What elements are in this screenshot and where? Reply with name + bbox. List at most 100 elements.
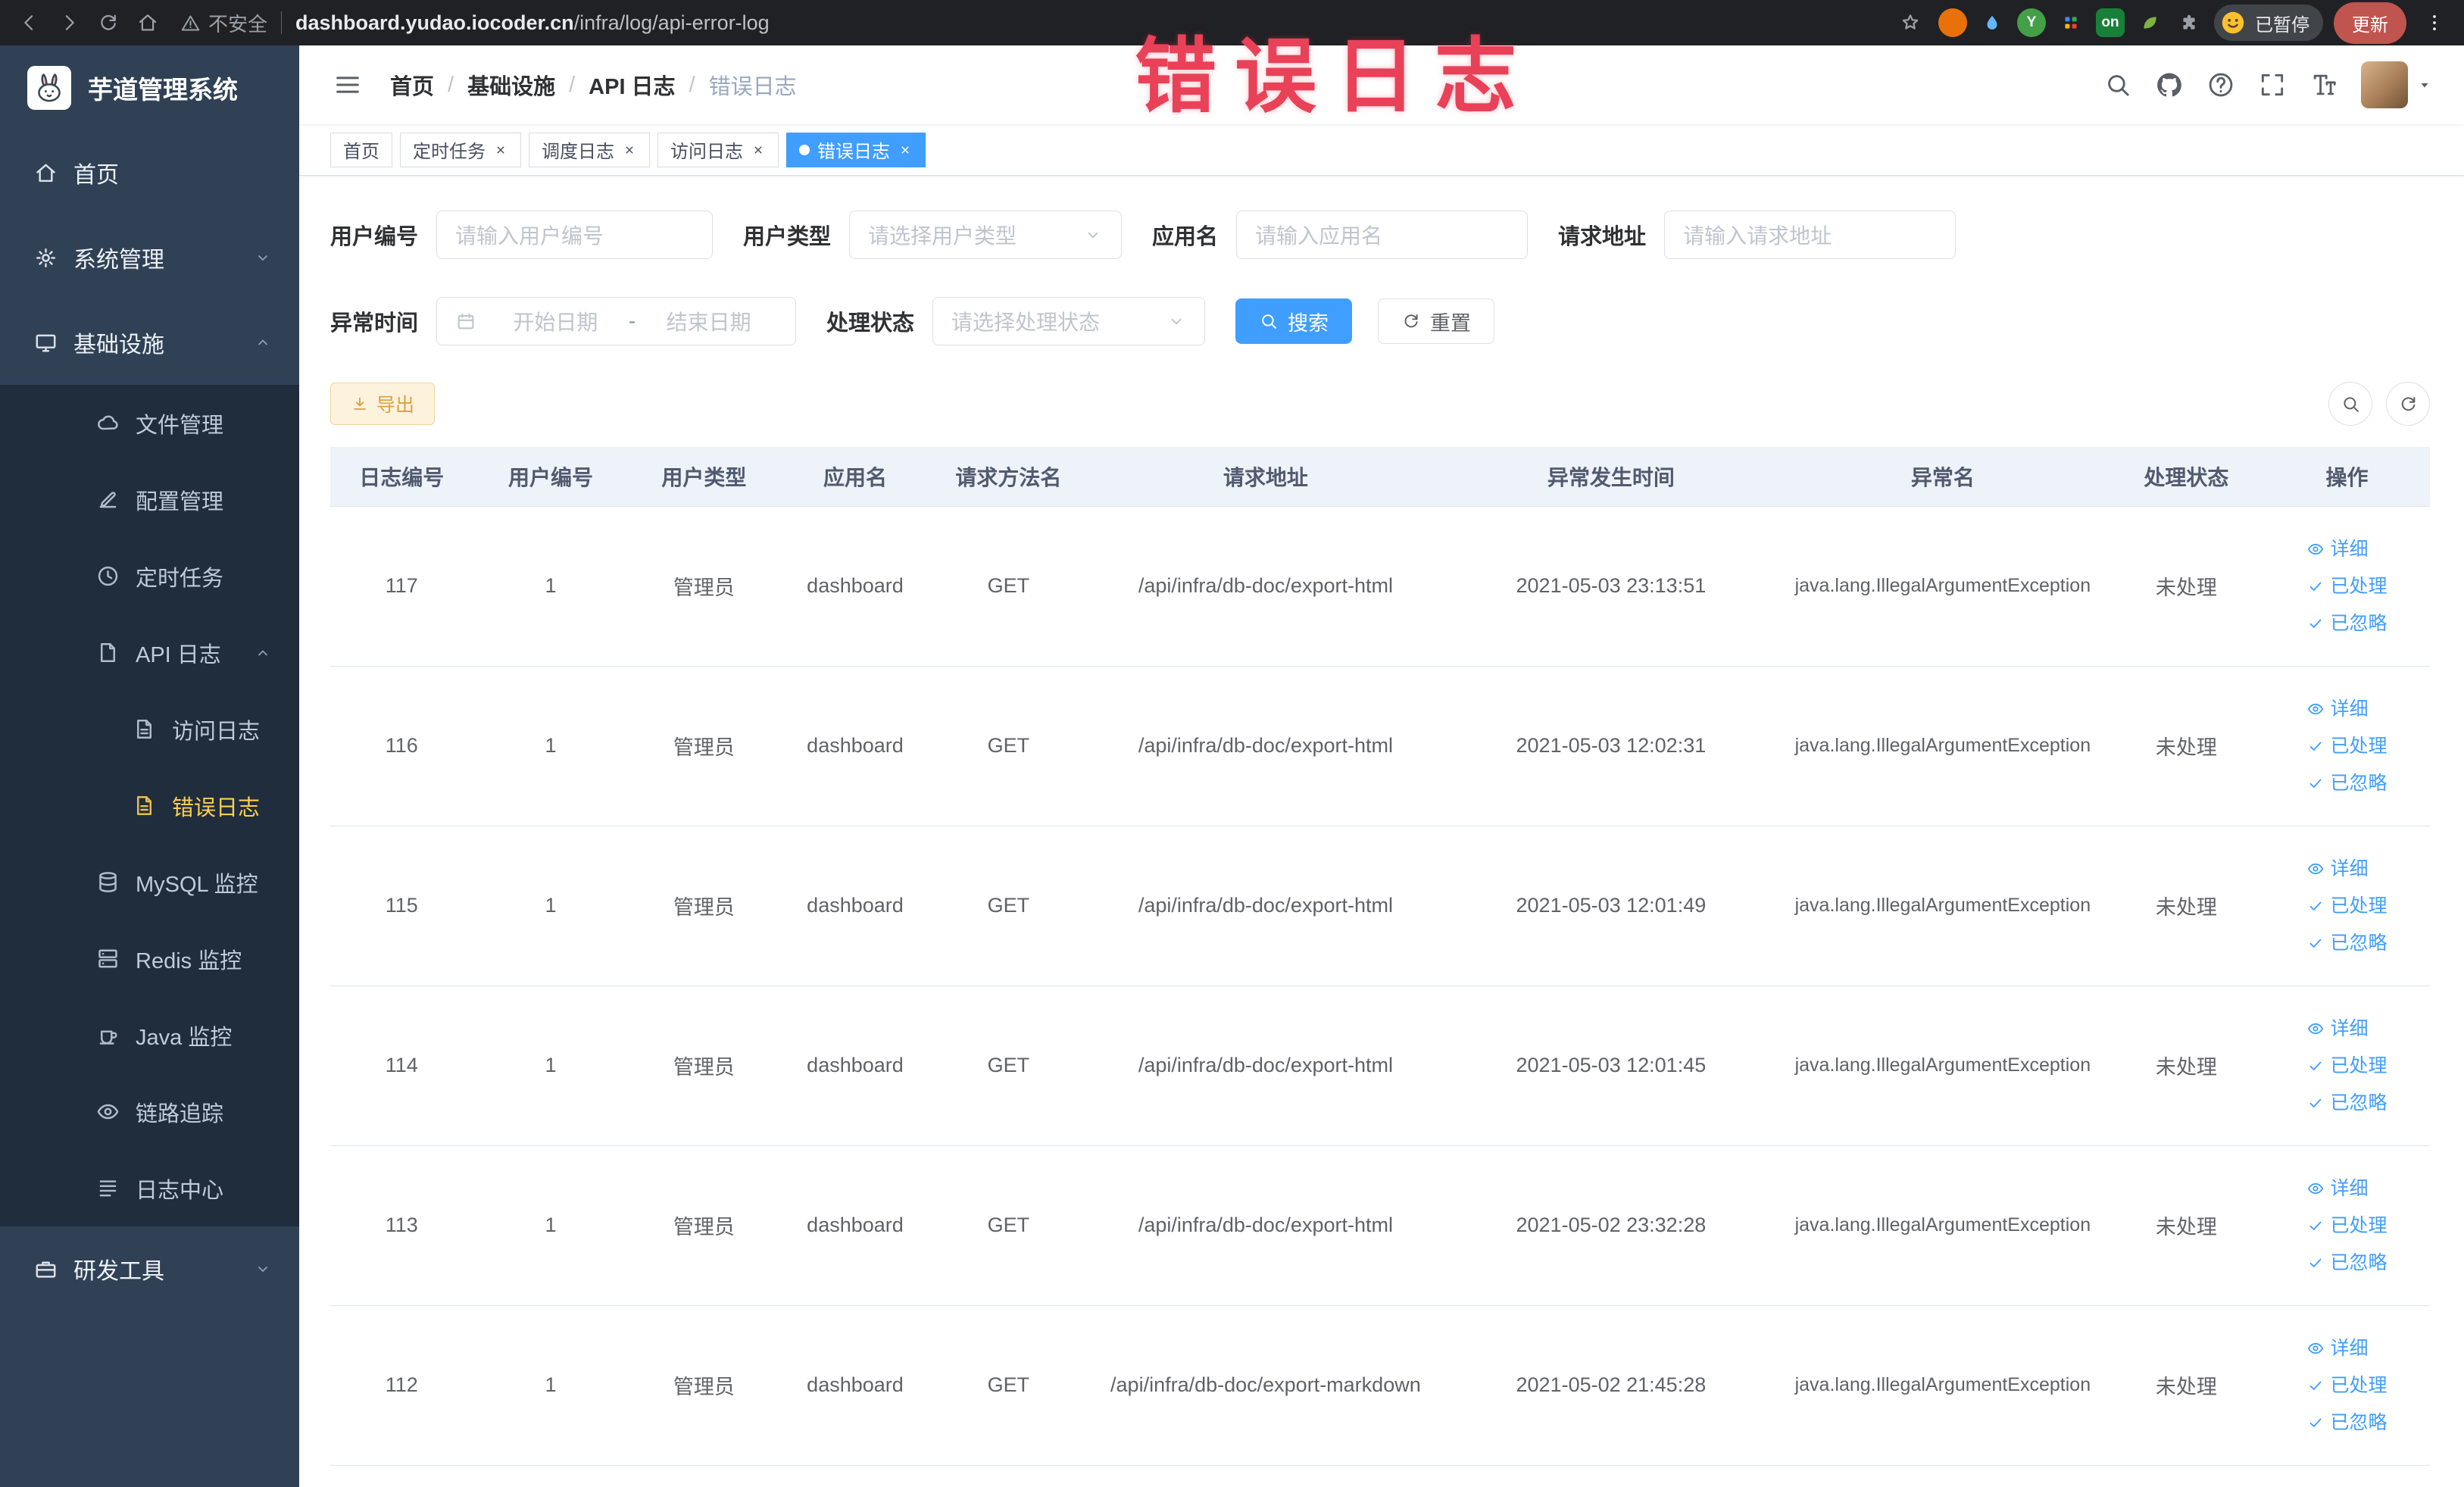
action-ignored[interactable]: 已忽略 xyxy=(2306,1407,2387,1438)
status-select[interactable]: 请选择处理状态 xyxy=(932,297,1206,345)
browser-forward-button[interactable] xyxy=(52,5,86,40)
sidebar-item-access-log[interactable]: 访问日志 xyxy=(0,691,299,767)
userId-input[interactable]: 请输入用户编号 xyxy=(436,211,714,259)
action-processed[interactable]: 已处理 xyxy=(2306,1211,2387,1241)
tab-close-icon[interactable] xyxy=(751,142,766,158)
check-icon xyxy=(2310,742,2322,751)
search-button[interactable]: 搜索 xyxy=(1235,298,1353,344)
sidebar-item-api-log[interactable]: API 日志 xyxy=(0,614,299,691)
database-icon xyxy=(99,872,117,892)
tab-close-icon[interactable] xyxy=(622,142,637,158)
date-range-input[interactable]: 开始日期 - 结束日期 xyxy=(436,297,797,345)
breadcrumb-item[interactable]: API 日志 xyxy=(589,69,675,101)
extension-icon-5[interactable]: on xyxy=(2096,8,2125,37)
action-detail[interactable]: 详细 xyxy=(2306,1173,2368,1204)
sidebar-item-config[interactable]: 配置管理 xyxy=(0,461,299,538)
browser-back-button[interactable] xyxy=(12,5,47,40)
tab-job-log[interactable]: 调度日志 xyxy=(529,132,650,167)
hamburger-button[interactable] xyxy=(322,70,373,100)
sidebar-item-mysql[interactable]: MySQL 监控 xyxy=(0,844,299,920)
sidebar-item-redis[interactable]: Redis 监控 xyxy=(0,920,299,997)
cell-method: GET xyxy=(930,1305,1086,1466)
user-avatar[interactable] xyxy=(2361,61,2434,108)
extension-icon-1[interactable] xyxy=(1938,8,1967,37)
bookmark-star-icon[interactable] xyxy=(1893,5,1928,40)
userType-select[interactable]: 请选择用户类型 xyxy=(849,211,1123,259)
extensions-puzzle-icon[interactable] xyxy=(2175,8,2203,37)
chevron-up-icon xyxy=(258,650,267,655)
address-bar[interactable]: 不安全 dashboard.yudao.iocoder.cn/infra/log… xyxy=(180,9,1873,37)
cell-status: 未处理 xyxy=(2108,666,2264,826)
tab-home[interactable]: 首页 xyxy=(330,132,392,167)
action-ignored[interactable]: 已忽略 xyxy=(2306,768,2387,798)
action-processed[interactable]: 已处理 xyxy=(2306,1051,2387,1081)
app-logo[interactable]: 芋道管理系统 xyxy=(0,45,299,130)
export-button[interactable]: 导出 xyxy=(330,383,436,425)
close-icon xyxy=(497,146,504,153)
sidebar-item-system[interactable]: 系统管理 xyxy=(0,215,299,300)
action-detail[interactable]: 详细 xyxy=(2306,534,2368,564)
reqUrl-input[interactable]: 请输入请求地址 xyxy=(1664,211,1957,259)
browser-menu-button[interactable] xyxy=(2417,5,2452,40)
sidebar-item-dev-tools[interactable]: 研发工具 xyxy=(0,1226,299,1311)
cell-app: dashboard xyxy=(779,1305,931,1466)
action-processed[interactable]: 已处理 xyxy=(2306,891,2387,921)
action-detail[interactable]: 详细 xyxy=(2306,1333,2368,1364)
github-icon[interactable] xyxy=(2155,70,2184,99)
reset-button[interactable]: 重置 xyxy=(1378,298,1495,344)
tab-access-log[interactable]: 访问日志 xyxy=(657,132,779,167)
chevron-down-icon xyxy=(1088,232,1098,239)
tab-close-icon[interactable] xyxy=(493,142,508,158)
action-ignored[interactable]: 已忽略 xyxy=(2306,1248,2387,1278)
action-processed[interactable]: 已处理 xyxy=(2306,1370,2387,1401)
sidebar-item-java[interactable]: Java 监控 xyxy=(0,997,299,1073)
font-size-icon[interactable] xyxy=(2309,70,2338,99)
sidebar-item-job[interactable]: 定时任务 xyxy=(0,538,299,614)
browser-profile-chip[interactable]: 已暂停 xyxy=(2214,5,2323,41)
action-ignored[interactable]: 已忽略 xyxy=(2306,928,2387,958)
action-processed[interactable]: 已处理 xyxy=(2306,731,2387,761)
cell-method: GET xyxy=(930,1145,1086,1306)
action-ignored[interactable]: 已忽略 xyxy=(2306,1088,2387,1118)
extension-icon-3[interactable]: Y xyxy=(2017,8,2046,37)
sidebar-item-home[interactable]: 首页 xyxy=(0,130,299,215)
table-row: 115 1 管理员 dashboard GET/api/infra/db-doc/exp… xyxy=(330,826,2430,986)
action-detail[interactable]: 详细 xyxy=(2306,694,2368,724)
cell-user-id: 1 xyxy=(473,1145,629,1306)
sidebar-item-infrastructure[interactable]: 基础设施 xyxy=(0,300,299,385)
app-title: 芋道管理系统 xyxy=(88,76,238,104)
tab-close-icon[interactable] xyxy=(898,142,913,158)
sidebar-item-file[interactable]: 文件管理 xyxy=(0,385,299,461)
browser-home-button[interactable] xyxy=(130,5,165,40)
appName-input[interactable]: 请输入应用名 xyxy=(1236,211,1529,259)
action-processed[interactable]: 已处理 xyxy=(2306,571,2387,601)
eye-icon xyxy=(2308,1342,2324,1354)
column-header: 操作 xyxy=(2263,447,2430,507)
toggle-search-button[interactable] xyxy=(2328,382,2372,426)
cell-time: 2021-05-02 23:32:28 xyxy=(1444,1145,1777,1306)
sidebar-item-trace[interactable]: 链路追踪 xyxy=(0,1073,299,1150)
column-header: 日志编号 xyxy=(330,447,473,507)
extension-icon-6[interactable] xyxy=(2135,8,2164,37)
tab-job[interactable]: 定时任务 xyxy=(400,132,521,167)
browser-reload-button[interactable] xyxy=(91,5,126,40)
action-detail[interactable]: 详细 xyxy=(2306,854,2368,884)
extension-icon-2[interactable] xyxy=(1978,8,2006,37)
action-detail[interactable]: 详细 xyxy=(2306,1014,2368,1044)
header-search-icon[interactable] xyxy=(2103,70,2132,99)
browser-update-button[interactable]: 更新 xyxy=(2334,2,2406,44)
docs-help-icon[interactable] xyxy=(2206,70,2235,99)
action-ignored[interactable]: 已忽略 xyxy=(2306,608,2387,639)
cell-user-id: 1 xyxy=(473,506,629,667)
refresh-icon xyxy=(1404,314,1418,328)
sidebar-item-error-log[interactable]: 错误日志 xyxy=(0,767,299,844)
extension-icon-4[interactable] xyxy=(2056,8,2085,37)
grid-icon xyxy=(2065,17,2077,29)
browser-chrome: 不安全 dashboard.yudao.iocoder.cn/infra/log… xyxy=(0,0,2464,45)
refresh-table-button[interactable] xyxy=(2386,382,2430,426)
breadcrumb-item[interactable]: 基础设施 xyxy=(467,69,555,101)
sidebar-item-log-center[interactable]: 日志中心 xyxy=(0,1150,299,1226)
tab-error-log[interactable]: 错误日志 xyxy=(786,132,926,167)
breadcrumb-item[interactable]: 首页 xyxy=(390,69,434,101)
fullscreen-icon[interactable] xyxy=(2258,70,2287,99)
